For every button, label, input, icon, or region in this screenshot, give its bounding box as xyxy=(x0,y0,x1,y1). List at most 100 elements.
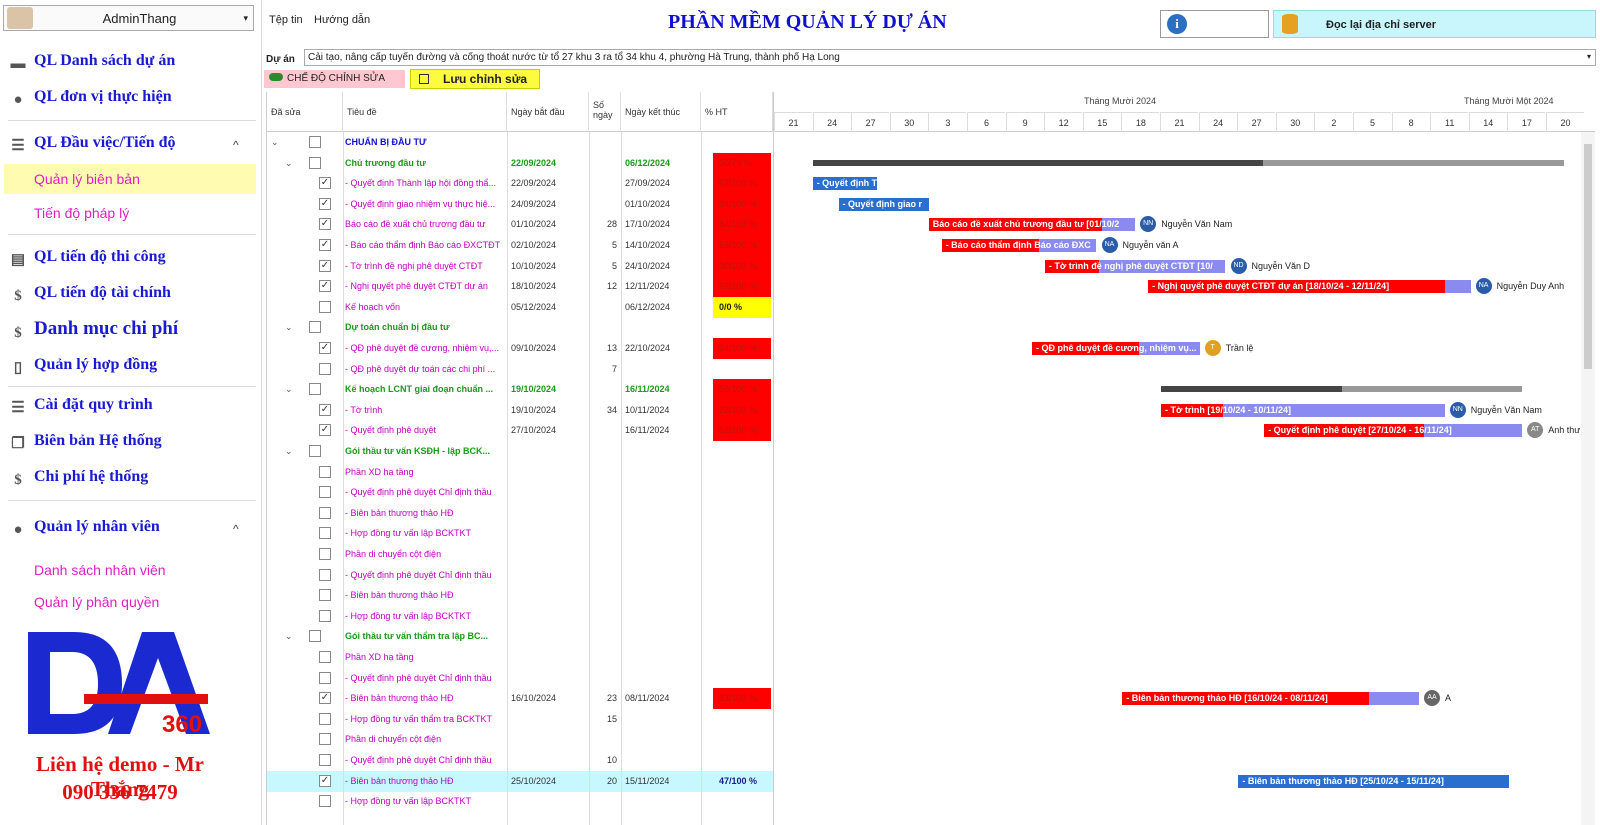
col-header-edited[interactable]: Đã sửa xyxy=(267,92,343,132)
edited-checkbox[interactable] xyxy=(319,568,331,581)
duration-days[interactable] xyxy=(589,317,617,338)
duration-days[interactable] xyxy=(589,153,617,174)
col-header-start[interactable]: Ngày bắt đầu xyxy=(507,92,589,132)
duration-days[interactable] xyxy=(589,462,617,483)
start-date[interactable]: 19/10/2024 xyxy=(511,400,556,421)
task-bar[interactable]: - Quyết định T xyxy=(812,177,878,191)
reload-server-button[interactable]: Đọc lại địa chỉ server xyxy=(1273,10,1596,38)
task-title[interactable]: - Biên bản thương thảo HĐ xyxy=(345,585,503,606)
end-date[interactable]: 12/11/2024 xyxy=(625,276,669,297)
end-date[interactable]: 24/10/2024 xyxy=(625,256,670,277)
menu-file[interactable]: Tệp tin xyxy=(269,14,303,26)
start-date[interactable]: 16/10/2024 xyxy=(511,688,556,709)
task-title[interactable]: Kế hoạch vốn xyxy=(345,297,503,318)
edited-checkbox[interactable]: ✓ xyxy=(319,239,331,251)
sidebar-item-system-costs[interactable]: $ Chi phí hệ thống xyxy=(8,468,148,490)
task-title[interactable]: - Quyết định phê duyệt Chỉ định thầu xyxy=(345,750,503,771)
chevron-down-icon[interactable]: ⌄ xyxy=(285,626,293,647)
task-bar[interactable]: - Biên bản thương thảo HĐ [25/10/24 - 15… xyxy=(1238,774,1510,788)
duration-days[interactable] xyxy=(589,194,617,215)
percent-complete[interactable] xyxy=(713,359,771,380)
duration-days[interactable] xyxy=(589,523,617,544)
percent-complete[interactable]: 50/100 % xyxy=(713,379,771,401)
start-date[interactable]: 02/10/2024 xyxy=(511,235,556,256)
duration-days[interactable]: 12 xyxy=(589,276,617,297)
task-bar[interactable]: Báo cáo đề xuất chủ trương đầu tư [01/10… xyxy=(928,218,1136,232)
start-date[interactable]: 19/10/2024 xyxy=(511,379,556,400)
edited-checkbox[interactable] xyxy=(309,156,321,169)
edited-checkbox[interactable] xyxy=(319,527,331,540)
edited-checkbox[interactable] xyxy=(309,136,321,148)
assignee[interactable]: AT Anh thư xyxy=(1527,422,1580,439)
edited-checkbox[interactable]: ✓ xyxy=(319,177,331,190)
col-header-title[interactable]: Tiêu đề xyxy=(343,92,507,132)
task-bar[interactable]: - Biên bản thương thảo HĐ [16/10/24 - 08… xyxy=(1122,692,1419,706)
percent-complete[interactable]: 47/100 % xyxy=(713,771,771,792)
duration-days[interactable] xyxy=(589,482,617,503)
edited-checkbox[interactable] xyxy=(319,651,331,663)
percent-complete[interactable] xyxy=(713,709,771,730)
sidebar-item-projects[interactable]: ▬ QL Danh sách dự án xyxy=(8,52,176,74)
percent-complete[interactable] xyxy=(713,565,771,586)
percent-complete[interactable] xyxy=(713,729,771,750)
task-bar[interactable]: - Quyết định phê duyệt [27/10/24 - 16/11… xyxy=(1264,424,1523,438)
duration-days[interactable] xyxy=(589,132,617,153)
percent-complete[interactable] xyxy=(713,668,771,689)
summary-bar[interactable] xyxy=(812,159,1564,166)
assignee[interactable]: NN Nguyễn Văn Nam xyxy=(1140,216,1232,233)
percent-complete[interactable]: 67/100 % xyxy=(713,173,771,195)
edited-checkbox[interactable] xyxy=(319,362,331,375)
percent-complete[interactable] xyxy=(713,544,771,565)
assignee[interactable]: NA Nguyễn Duy Anh xyxy=(1475,278,1564,295)
sidebar-item-units[interactable]: ● QL đơn vị thực hiện xyxy=(8,88,171,110)
percent-complete[interactable] xyxy=(713,791,771,812)
end-date[interactable]: 06/12/2024 xyxy=(625,153,670,174)
duration-days[interactable]: 7 xyxy=(589,359,617,380)
percent-complete[interactable]: 50/79 % xyxy=(713,152,771,174)
assignee[interactable]: AA A xyxy=(1424,690,1451,707)
task-bar[interactable]: - Báo cáo thẩm định Báo cáo ĐXC xyxy=(941,239,1097,252)
edited-checkbox[interactable]: ✓ xyxy=(319,280,331,293)
start-date[interactable]: 09/10/2024 xyxy=(511,338,556,359)
sidebar-item-contracts[interactable]: ▯ Quản lý hợp đồng xyxy=(8,356,157,376)
chevron-up-icon[interactable]: ^ xyxy=(233,138,239,152)
edited-checkbox[interactable] xyxy=(319,300,331,313)
edited-checkbox[interactable] xyxy=(319,589,331,602)
duration-days[interactable] xyxy=(589,420,617,441)
edited-checkbox[interactable]: ✓ xyxy=(319,218,331,231)
end-date[interactable]: 08/11/2024 xyxy=(625,688,669,709)
task-title[interactable]: - Biên bản thương thảo HĐ xyxy=(345,688,503,709)
vertical-scrollbar[interactable] xyxy=(1581,132,1595,825)
duration-days[interactable] xyxy=(589,297,617,318)
task-title[interactable]: Gói thầu tư vấn thẩm tra lập BC... xyxy=(345,626,503,647)
task-title[interactable]: - Hợp đồng tư vấn thẩm tra BCKTKT xyxy=(345,709,503,730)
end-date[interactable]: 06/12/2024 xyxy=(625,297,670,318)
task-title[interactable]: - Tờ trình đề nghị phê duyệt CTĐT xyxy=(345,256,503,277)
percent-complete[interactable] xyxy=(713,585,771,606)
col-header-end[interactable]: Ngày kết thúc xyxy=(621,92,701,132)
percent-complete[interactable] xyxy=(713,503,771,524)
task-title[interactable]: - QĐ phê duyệt dự toán các chi phí ... xyxy=(345,359,503,380)
start-date[interactable]: 05/12/2024 xyxy=(511,297,556,318)
percent-complete[interactable] xyxy=(713,482,771,503)
project-select[interactable]: Cải tạo, nâng cấp tuyến đường và cống th… xyxy=(304,49,1596,66)
task-title[interactable]: - Hợp đồng tư vấn lập BCKTKT xyxy=(345,523,503,544)
chevron-down-icon[interactable]: ⌄ xyxy=(285,153,293,174)
duration-days[interactable]: 5 xyxy=(589,256,617,277)
task-title[interactable]: - Quyết định phê duyệt xyxy=(345,420,503,441)
assignee[interactable]: NA Nguyễn văn A xyxy=(1101,237,1179,253)
start-date[interactable]: 25/10/2024 xyxy=(511,771,556,792)
end-date[interactable]: 22/10/2024 xyxy=(625,338,670,359)
edited-checkbox[interactable] xyxy=(309,630,321,643)
edited-checkbox[interactable] xyxy=(319,548,331,560)
save-changes-button[interactable]: Lưu chỉnh sửa xyxy=(410,69,540,89)
sidebar-item-permissions[interactable]: Quản lý phân quyền xyxy=(34,594,159,610)
task-title[interactable]: Chủ trương đầu tư xyxy=(345,153,503,174)
percent-complete[interactable]: 84/100 % xyxy=(713,214,771,236)
end-date[interactable]: 14/10/2024 xyxy=(625,235,670,256)
duration-days[interactable]: 34 xyxy=(589,400,617,421)
task-bar[interactable]: - QĐ phê duyệt đề cương, nhiệm vụ... xyxy=(1032,342,1200,355)
task-bar[interactable]: - Quyết định giao r xyxy=(838,197,929,211)
start-date[interactable]: 01/10/2024 xyxy=(511,214,556,235)
user-selector[interactable]: AdminThang ▾ xyxy=(3,5,254,31)
